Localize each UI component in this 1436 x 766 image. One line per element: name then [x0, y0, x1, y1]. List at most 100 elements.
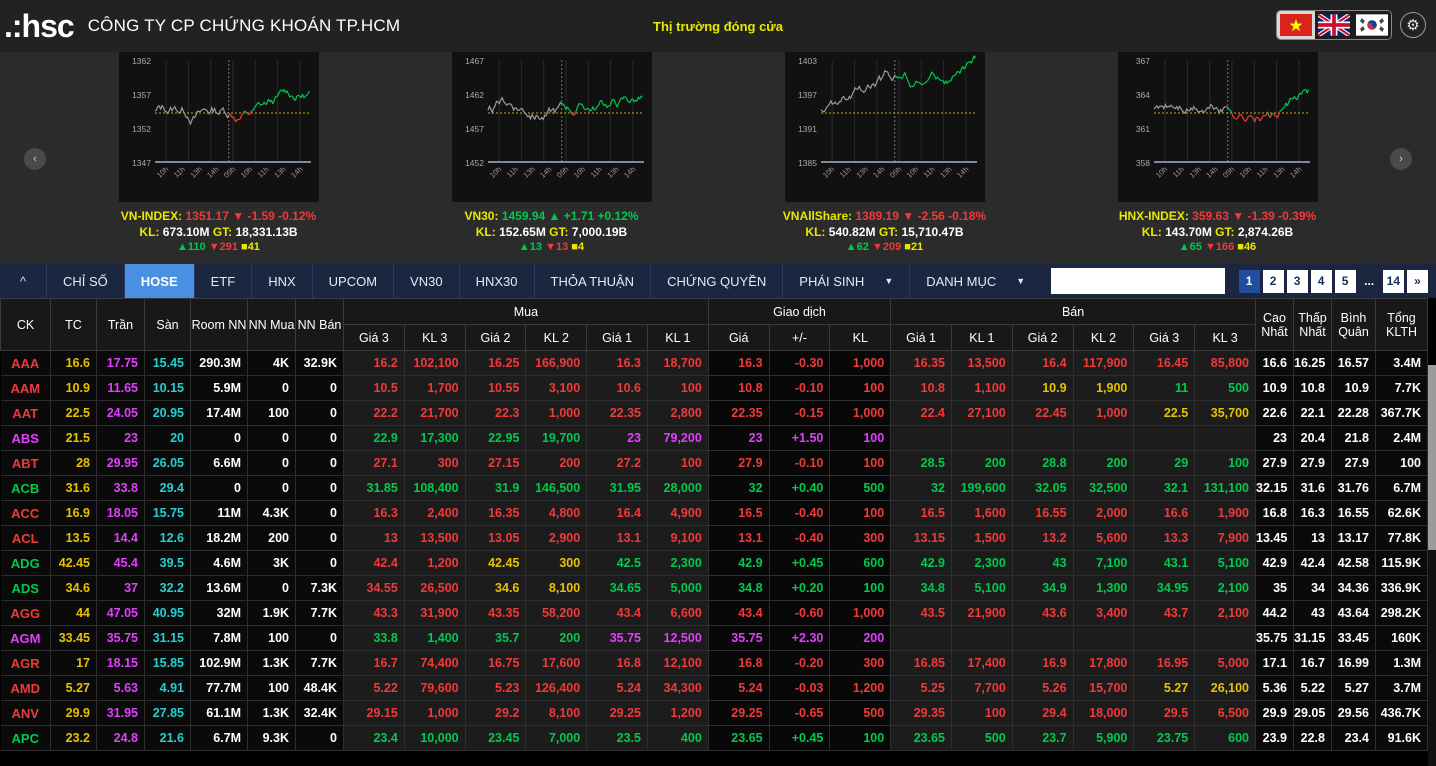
subheader-giaodich-giá[interactable]: Giá — [707, 324, 770, 351]
vietnam-flag-button[interactable] — [1277, 11, 1315, 39]
tab-danh-mục[interactable]: DANH MỤC ▼ — [909, 264, 1041, 298]
col-header-tc[interactable]: TC — [50, 298, 97, 351]
col-header-trần[interactable]: Trần — [96, 298, 145, 351]
subheader-giaodich-[interactable]: +/- — [768, 324, 831, 351]
table-row[interactable]: ACC 16.9 18.05 15.75 11M 4.3K 0 16.3 2,400 16.35 4… — [0, 500, 1428, 526]
table-row[interactable]: AGR 17 18.15 15.85 102.9M 1.3K 7.7K 16.7 74,400 1… — [0, 650, 1428, 676]
svg-text:1403: 1403 — [798, 56, 817, 66]
subheader-ban-kl2[interactable]: KL 2 — [1072, 324, 1135, 351]
subheader-mua-kl3[interactable]: KL 3 — [403, 324, 466, 351]
subheader-mua-giá1[interactable]: Giá 1 — [586, 324, 648, 351]
price-tc: 16.9 — [50, 500, 97, 526]
group-header-mua[interactable]: Mua — [343, 298, 709, 325]
subheader-ban-kl3[interactable]: KL 3 — [1194, 324, 1256, 351]
tab-label: VN30 — [410, 273, 443, 289]
page-button-14[interactable]: 14 — [1382, 269, 1404, 293]
buy-cell-3: 300 — [525, 550, 588, 576]
table-row[interactable]: APC 23.2 24.8 21.6 6.7M 9.3K 0 23.4 10,000 23.45 7… — [0, 725, 1428, 751]
index-change: -2.56 — [917, 209, 945, 223]
subheader-ban-kl1[interactable]: KL 1 — [950, 324, 1013, 351]
table-row[interactable]: ADS 34.6 37 32.2 13.6M 0 7.3K 34.55 26,500 34.6 8,… — [0, 575, 1428, 601]
page-button-next[interactable]: » — [1407, 269, 1428, 293]
table-scrollbar[interactable] — [1428, 365, 1436, 766]
price-san: 26.05 — [144, 450, 191, 476]
tab-hnx[interactable]: HNX — [251, 264, 311, 298]
tab-upcom[interactable]: UPCOM — [311, 264, 393, 298]
tab-etf[interactable]: ETF — [193, 264, 252, 298]
chevron-up-icon[interactable]: ^ — [0, 264, 46, 298]
index-card-vnallshare[interactable]: 1403 1397 1391 1385 10h 11h 13h 14h 09h 10h 11h 13h… — [718, 52, 1051, 255]
buy-cell-0: 22.9 — [343, 425, 405, 451]
korea-flag-button[interactable] — [1353, 11, 1391, 39]
col-header-room-nn[interactable]: Room NN — [190, 298, 248, 351]
subheader-ban-giá1[interactable]: Giá 1 — [890, 324, 952, 351]
page-button-ellipsis[interactable]: ... — [1359, 270, 1380, 293]
group-header-ban[interactable]: Bán — [890, 298, 1256, 325]
page-button-5[interactable]: 5 — [1334, 269, 1356, 293]
page-button-2[interactable]: 2 — [1262, 269, 1284, 293]
carousel-prev-button[interactable]: ‹ — [24, 148, 46, 170]
subheader-mua-kl2[interactable]: KL 2 — [525, 324, 588, 351]
sell-cell-4: 16.95 — [1133, 650, 1196, 676]
svg-text:1357: 1357 — [132, 90, 151, 100]
nn-mua: 4.3K — [247, 500, 296, 526]
carousel-next-button[interactable]: › — [1390, 148, 1412, 170]
sell-cell-4: 13.3 — [1133, 525, 1196, 551]
table-row[interactable]: ADG 42.45 45.4 39.5 4.6M 3K 0 42.4 1,200 42.45 300… — [0, 550, 1428, 576]
nn-mua: 0 — [247, 450, 296, 476]
col-header-nn-bán[interactable]: NN Bán — [295, 298, 344, 351]
table-row[interactable]: AAA 16.6 17.75 15.45 290.3M 4K 32.9K 16.2 102,10… — [0, 350, 1428, 376]
col-header-tổng-klth[interactable]: Tổng KLTH — [1375, 298, 1428, 351]
col-header-nn-mua[interactable]: NN Mua — [247, 298, 296, 351]
index-card-hnx-index[interactable]: 367 364 361 358 10h 11h 13h 14h 09h 10h 11h 13h 14h … — [1051, 52, 1384, 255]
table-row[interactable]: AMD 5.27 5.63 4.91 77.7M 100 48.4K 5.22 79,600 5.… — [0, 675, 1428, 701]
sell-cell-5: 2,100 — [1194, 600, 1256, 626]
col-header-thấp-nhất[interactable]: Thấp Nhất — [1293, 298, 1332, 351]
subheader-mua-giá3[interactable]: Giá 3 — [343, 324, 405, 351]
tab-vn30[interactable]: VN30 — [393, 264, 459, 298]
subheader-ban-giá2[interactable]: Giá 2 — [1011, 324, 1074, 351]
scrollbar-thumb[interactable] — [1428, 365, 1436, 550]
col-header-sàn[interactable]: Sàn — [144, 298, 191, 351]
language-selector[interactable] — [1276, 10, 1392, 40]
price-tran: 35.75 — [96, 625, 145, 651]
index-card-vn-index[interactable]: 1362 1357 1352 1347 10h 11h 13h 14h 09h 10h 11h 13h… — [52, 52, 385, 255]
tab-hose[interactable]: HOSE — [123, 264, 194, 298]
tab-hnx30[interactable]: HNX30 — [458, 264, 534, 298]
page-button-1[interactable]: 1 — [1238, 269, 1260, 293]
subheader-mua-kl1[interactable]: KL 1 — [646, 324, 709, 351]
uk-flag-button[interactable] — [1315, 11, 1353, 39]
subheader-ban-giá3[interactable]: Giá 3 — [1133, 324, 1196, 351]
sell-cell-5: 500 — [1194, 375, 1256, 401]
table-row[interactable]: ABS 21.5 23 20 0 0 0 22.9 17,300 22.95 19,700 23 79,… — [0, 425, 1428, 451]
page-button-4[interactable]: 4 — [1310, 269, 1332, 293]
table-row[interactable]: AAM 10.9 11.65 10.15 5.9M 0 0 10.5 1,700 10.55 3,1… — [0, 375, 1428, 401]
group-header-giao-dich[interactable]: Giao dịch — [707, 298, 892, 325]
stat-cell-0: 35.75 — [1255, 625, 1294, 651]
gear-icon[interactable]: ⚙ — [1400, 12, 1426, 38]
subheader-mua-giá2[interactable]: Giá 2 — [464, 324, 527, 351]
col-header-ck[interactable]: CK — [0, 298, 51, 351]
table-row[interactable]: ACB 31.6 33.8 29.4 0 0 0 31.85 108,400 31.9 146,50… — [0, 475, 1428, 501]
tab-phái-sinh[interactable]: PHÁI SINH ▼ — [782, 264, 909, 298]
table-row[interactable]: AGG 44 47.05 40.95 32M 1.9K 7.7K 43.3 31,900 43.3… — [0, 600, 1428, 626]
col-header-cao-nhất[interactable]: Cao Nhất — [1255, 298, 1294, 351]
table-row[interactable]: AAT 22.5 24.05 20.95 17.4M 100 0 22.2 21,700 22.3… — [0, 400, 1428, 426]
tab-thỏa-thuận[interactable]: THỎA THUẬN — [533, 264, 651, 298]
buy-cell-2: 23.45 — [465, 725, 527, 751]
subheader-giaodich-kl[interactable]: KL — [829, 324, 892, 351]
price-tc: 13.5 — [50, 525, 97, 551]
index-card-vn30[interactable]: 1467 1462 1457 1452 10h 11h 13h 14h 09h 10h 11h 13h… — [385, 52, 718, 255]
table-row[interactable]: ACL 13.5 14.4 12.6 18.2M 200 0 13 13,500 13.05 2,9… — [0, 525, 1428, 551]
table-row[interactable]: ANV 29.9 31.95 27.85 61.1M 1.3K 32.4K 29.15 1,00… — [0, 700, 1428, 726]
col-header-bình-quân[interactable]: Bình Quân — [1331, 298, 1376, 351]
tab-chứng-quyền[interactable]: CHỨNG QUYỀN — [650, 264, 782, 298]
search-input[interactable] — [1051, 268, 1225, 294]
page-button-3[interactable]: 3 — [1286, 269, 1308, 293]
table-row[interactable]: ABT 28 29.95 26.05 6.6M 0 0 27.1 300 27.15 200 27.2… — [0, 450, 1428, 476]
index-summary: VNAllShare: 1389.19 ▼ -2.56 -0.18% KL: 5… — [783, 208, 986, 255]
table-row[interactable]: AGM 33.45 35.75 31.15 7.8M 100 0 33.8 1,400 35.7 2… — [0, 625, 1428, 651]
sparkline-chart: 136213571352134710h 11h 13h 14h 09h 10h 11h 13h… — [118, 52, 319, 202]
tab-chỉ-số[interactable]: CHỈ SỐ — [46, 264, 124, 298]
stat-cell-2: 34.36 — [1331, 575, 1376, 601]
